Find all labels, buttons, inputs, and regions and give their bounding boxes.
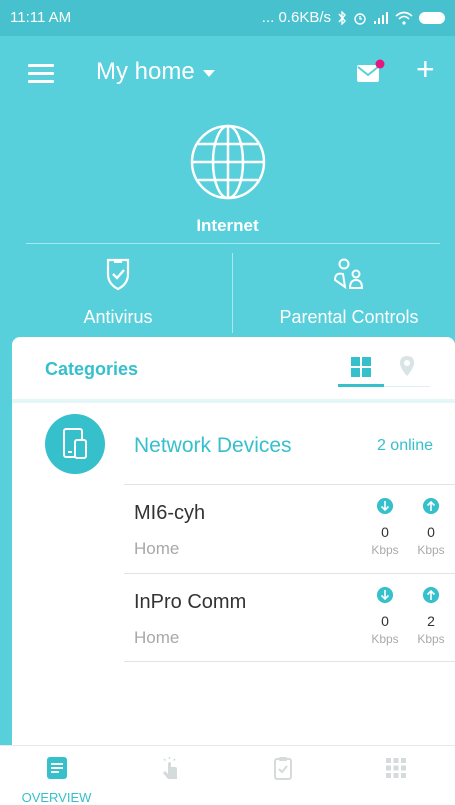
bottom-nav: OVERVIEW (0, 745, 455, 805)
nav-overview[interactable]: OVERVIEW (0, 746, 113, 805)
grid-view-tab[interactable] (338, 351, 384, 387)
status-bar: 11:11 AM ... 0.6KB/s (0, 0, 455, 36)
categories-title: Categories (45, 359, 139, 379)
network-speed: ... 0.6KB/s (261, 9, 331, 26)
download-arrow-icon (377, 587, 393, 603)
nav-tap[interactable] (113, 746, 226, 805)
parental-controls-label: Parental Controls (279, 307, 419, 327)
shield-check-icon (106, 258, 130, 291)
apps-grid-icon (385, 758, 406, 778)
wifi-icon (395, 11, 413, 25)
upload-speed: 2 Kbps (413, 587, 449, 646)
view-tabs (338, 351, 430, 387)
categories-card: Categories Network Devices 2 online MI6-… (12, 337, 455, 753)
device-group: Home (134, 628, 180, 647)
grid-view-icon (351, 357, 371, 377)
upload-arrow-icon (423, 587, 439, 603)
device-name: InPro Comm (134, 591, 247, 613)
download-value: 0 (381, 524, 389, 540)
online-count: 2 online (376, 437, 433, 454)
nav-overview-label: OVERVIEW (21, 790, 92, 805)
upload-speed: 0 Kbps (413, 498, 449, 557)
add-button[interactable]: + (416, 52, 435, 86)
device-group: Home (134, 539, 180, 558)
device-row[interactable]: MI6-cyh Home 0 Kbps 0 Kbps (124, 484, 455, 572)
download-arrow-icon (377, 498, 393, 514)
internet-status[interactable]: Internet (0, 122, 455, 236)
report-icon (273, 757, 292, 780)
location-pin-icon (400, 356, 414, 376)
status-time: 11:11 AM (10, 9, 72, 26)
signal-icon (374, 11, 388, 24)
download-value: 0 (381, 613, 389, 629)
caret-down-icon (202, 70, 215, 77)
download-speed: 0 Kbps (367, 587, 403, 646)
download-unit: Kbps (371, 543, 399, 557)
divider (26, 243, 440, 244)
top-bar: My home + (0, 36, 455, 112)
antivirus-button[interactable]: Antivirus (3, 256, 233, 328)
download-unit: Kbps (371, 632, 399, 646)
category-name[interactable]: Network Devices (134, 434, 292, 458)
nav-apps[interactable] (339, 746, 452, 805)
menu-button[interactable] (26, 61, 56, 85)
internet-label: Internet (196, 216, 259, 235)
devices-icon (45, 414, 105, 474)
home-selector[interactable]: My home (96, 58, 215, 86)
globe-icon (190, 124, 265, 200)
overview-icon (46, 757, 67, 779)
upload-arrow-icon (423, 498, 439, 514)
location-view-tab[interactable] (384, 351, 430, 387)
antivirus-label: Antivirus (83, 307, 153, 327)
upload-value: 0 (427, 524, 435, 540)
upload-unit: Kbps (417, 632, 445, 646)
home-title: My home (96, 58, 195, 85)
family-icon (333, 258, 364, 290)
categories-header: Categories (12, 337, 455, 399)
status-icons: ... 0.6KB/s (262, 9, 445, 26)
header-separator (12, 399, 455, 403)
battery-icon (419, 11, 445, 24)
device-row[interactable]: InPro Comm Home 0 Kbps 2 Kbps (124, 573, 455, 662)
alarm-icon (354, 12, 366, 25)
device-name: MI6-cyh (134, 502, 206, 524)
tap-icon (162, 757, 177, 779)
mail-icon (357, 59, 385, 82)
download-speed: 0 Kbps (367, 498, 403, 557)
upload-value: 2 (427, 613, 435, 629)
bluetooth-icon (338, 10, 346, 25)
parental-controls-button[interactable]: Parental Controls (234, 256, 455, 328)
nav-report[interactable] (226, 746, 339, 805)
upload-unit: Kbps (417, 543, 445, 557)
messages-button[interactable] (355, 59, 385, 85)
notification-dot (375, 59, 385, 69)
